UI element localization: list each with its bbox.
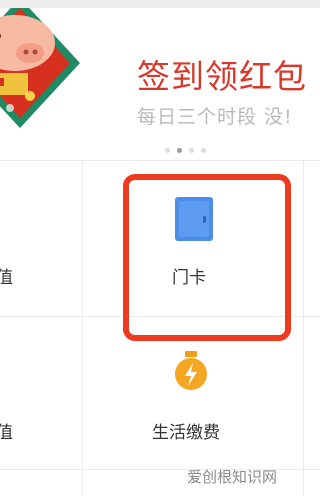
service-label: 值 [0,423,13,443]
banner-title: 签到领红包 [137,57,307,96]
banner-subtitle: 每日三个时段 没! [137,106,293,128]
pig-mascot-illustration [0,8,80,128]
pager-dot[interactable] [165,148,170,153]
lightbulb-icon [175,351,207,390]
pager-dot[interactable] [201,148,206,153]
grid-divider [303,161,304,496]
highlight-box [123,174,291,341]
grid-divider [82,161,83,496]
pager-dot[interactable] [189,148,194,153]
service-label: 值 [0,268,13,288]
top-divider [0,0,320,8]
watermark-text: 爱创根知识网 [187,468,278,486]
promo-banner[interactable]: 签到领红包 每日三个时段 没! [0,8,320,160]
service-label: 生活缴费 [152,423,220,443]
carousel-pager[interactable] [165,148,206,153]
pager-dot-active[interactable] [177,148,182,153]
